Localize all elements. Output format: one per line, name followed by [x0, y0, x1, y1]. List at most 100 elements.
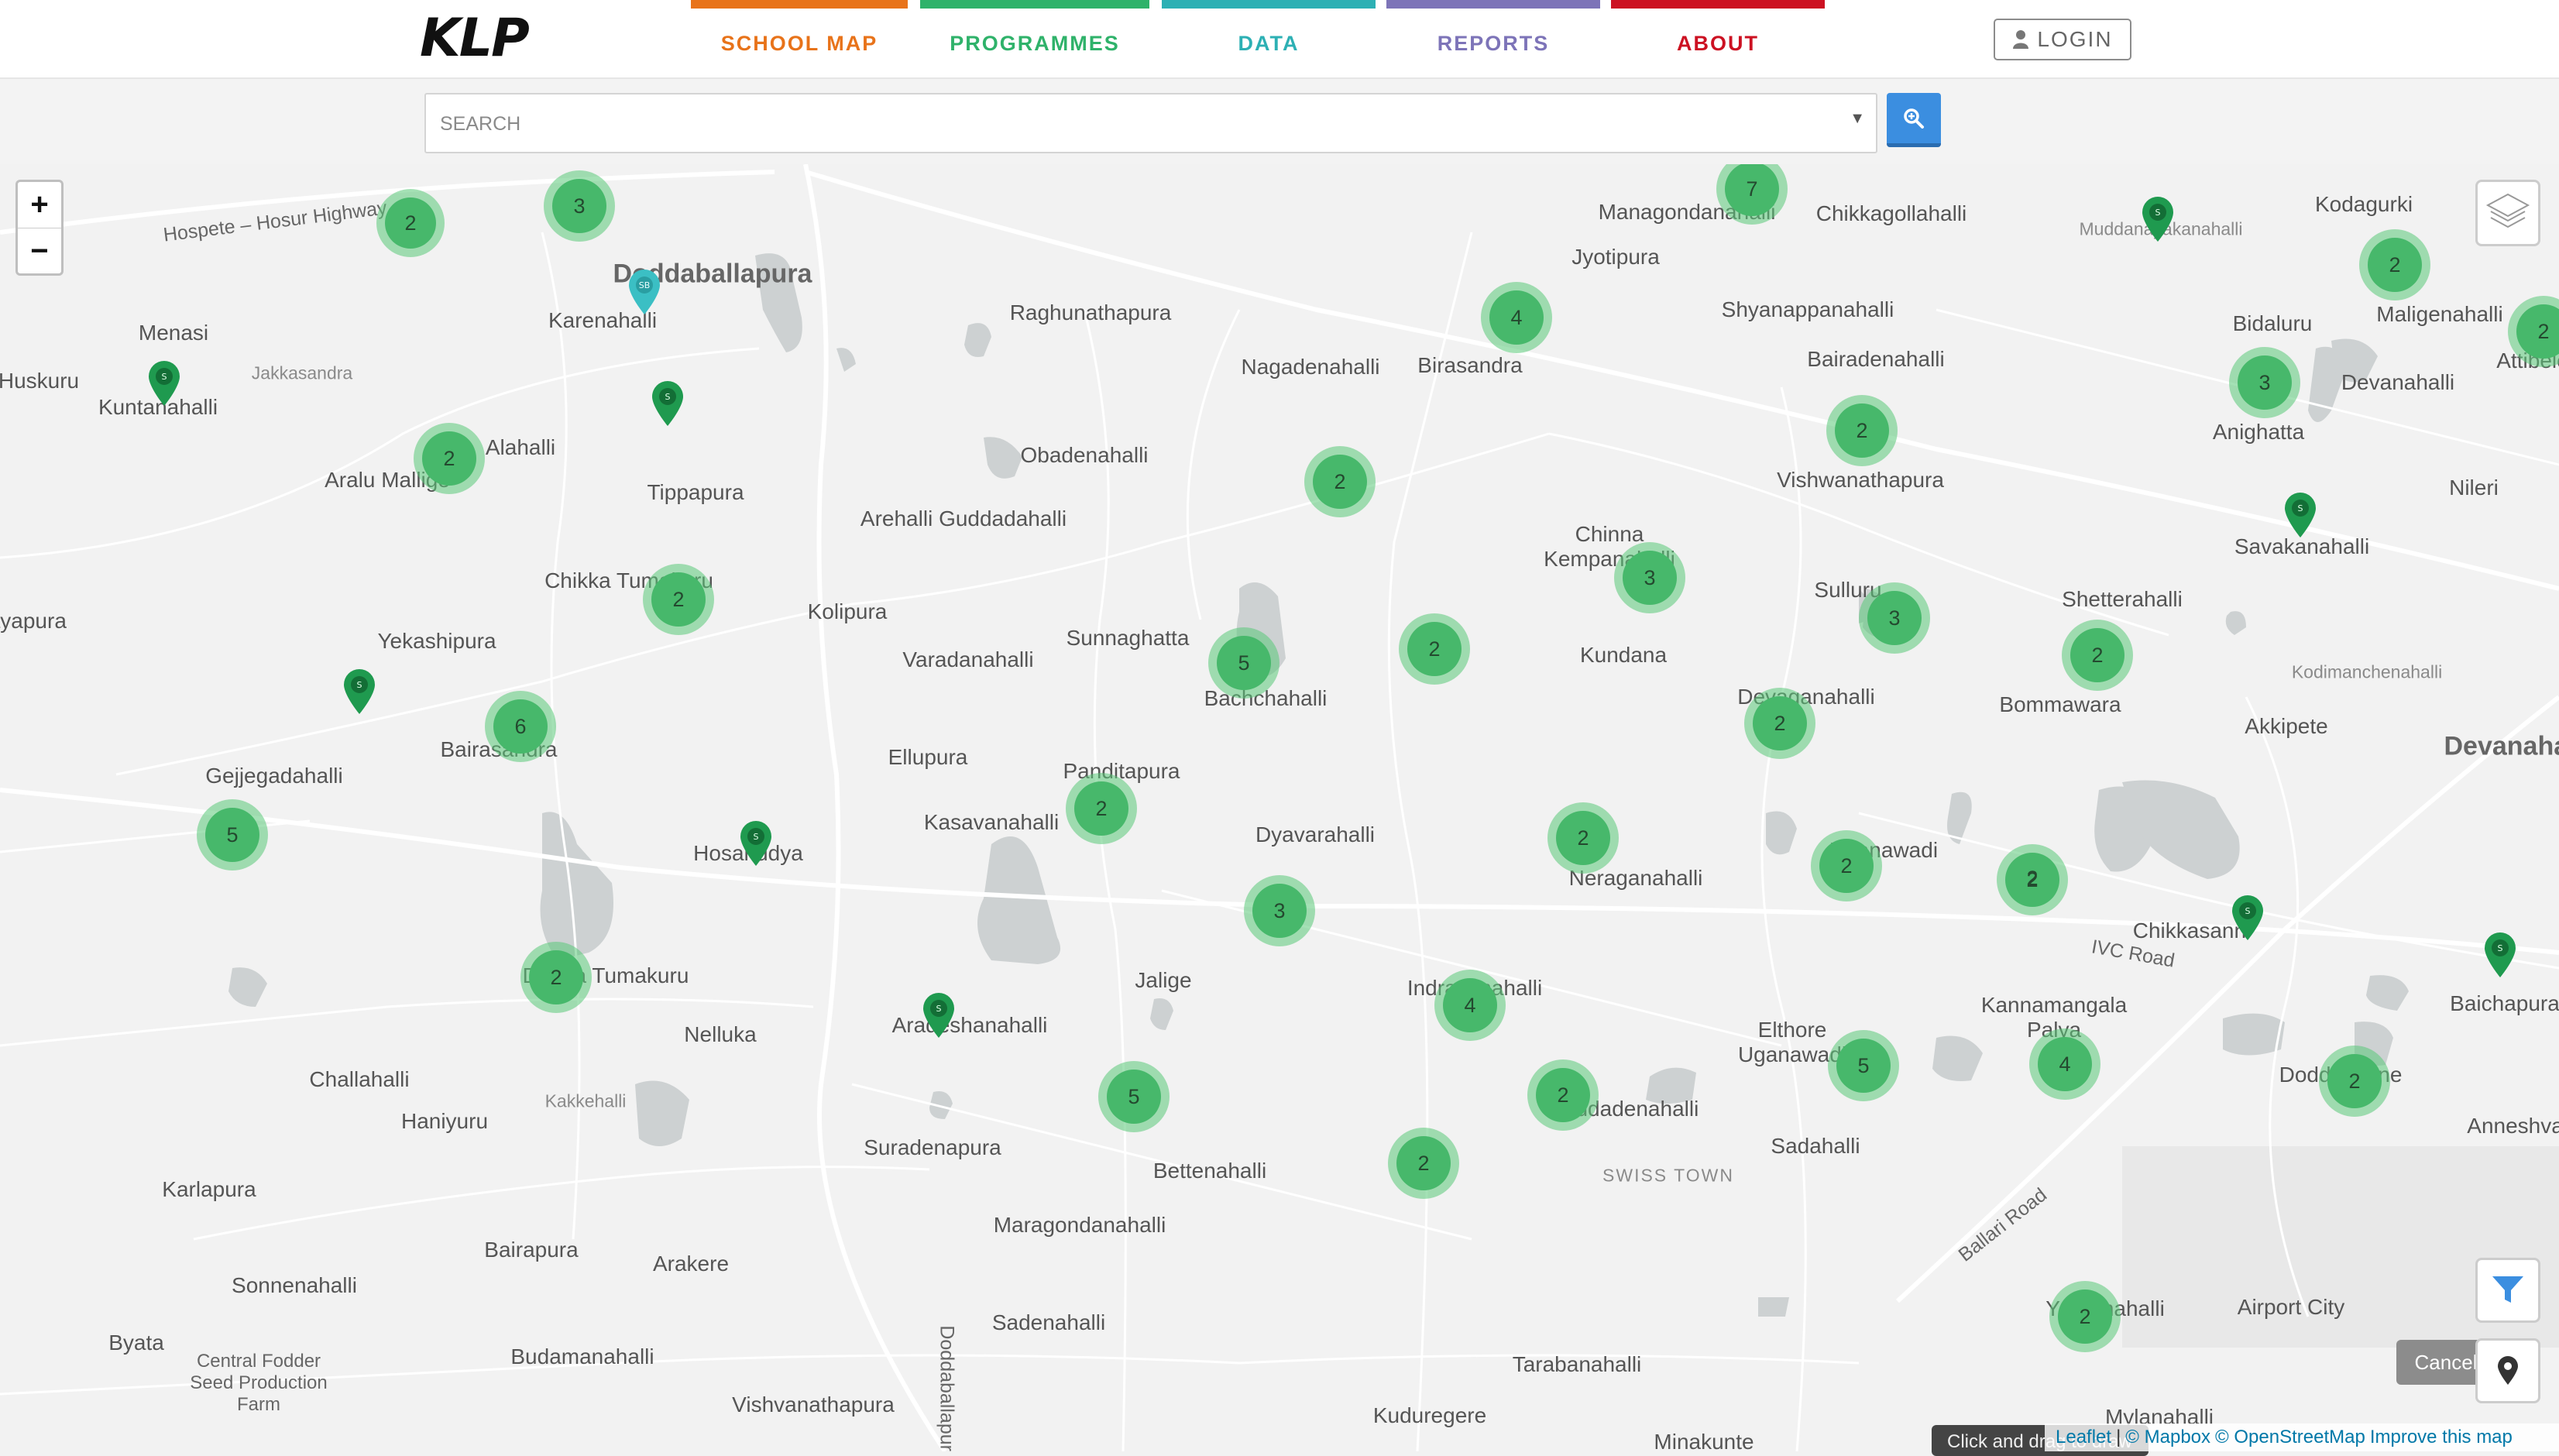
school-cluster[interactable]: 3	[1859, 582, 1930, 654]
place-label: Ellupura	[888, 745, 968, 769]
place-label: Gejjegadahalli	[205, 764, 343, 788]
zoom-in-button[interactable]: +	[18, 182, 61, 228]
school-cluster[interactable]: 2	[1399, 613, 1470, 685]
cluster-count: 6	[493, 699, 548, 754]
cluster-count: 2	[2058, 1289, 2112, 1344]
draw-marker-button[interactable]	[2475, 1338, 2540, 1403]
nav-programmes[interactable]: PROGRAMMES	[920, 0, 1149, 77]
leaflet-link[interactable]: Leaflet	[2056, 1427, 2111, 1448]
cluster-count: 2	[1835, 403, 1889, 458]
cluster-count: 2	[1313, 455, 1367, 509]
place-label: Sunnaghatta	[1066, 626, 1190, 650]
svg-text:SB: SB	[639, 280, 651, 290]
search-button[interactable]	[1887, 93, 1941, 147]
place-label: Huskuru	[0, 369, 80, 393]
nav-school-map-bar	[691, 0, 908, 9]
school-pin-icon[interactable]: S	[651, 381, 685, 428]
school-pin-icon[interactable]: S	[922, 993, 956, 1039]
school-cluster[interactable]: 2	[1826, 395, 1898, 466]
place-label: Varadanahalli	[902, 647, 1034, 671]
school-pin-icon[interactable]: S	[2283, 493, 2317, 539]
school-pin-icon[interactable]: S	[2231, 895, 2265, 942]
school-pin-icon[interactable]: S	[739, 821, 773, 867]
nav-data-bar	[1162, 0, 1376, 9]
school-cluster[interactable]: 2	[1744, 688, 1815, 759]
place-label: Tarabanahalli	[1512, 1352, 1642, 1376]
school-cluster[interactable]: 2	[376, 189, 445, 257]
school-pin-icon[interactable]: S	[2483, 932, 2517, 979]
search-input[interactable]	[426, 94, 1828, 153]
place-label: Kodimanchenahalli	[2291, 661, 2443, 682]
klp-logo[interactable]: KLP	[420, 8, 530, 69]
cluster-count: 2	[651, 572, 706, 627]
school-cluster[interactable]: 4	[1434, 970, 1506, 1041]
school-cluster[interactable]: 5	[1098, 1061, 1170, 1132]
school-cluster[interactable]: 2	[520, 942, 592, 1013]
school-cluster[interactable]: 2	[1547, 802, 1619, 874]
school-cluster[interactable]: 5	[197, 799, 268, 871]
place-label: Nagadenahalli	[1241, 355, 1380, 379]
place-label: Jalige	[1135, 968, 1192, 992]
user-icon	[2013, 30, 2029, 49]
layers-button[interactable]	[2475, 180, 2540, 246]
improve-map-link[interactable]: Improve this map	[2370, 1427, 2513, 1448]
school-cluster[interactable]: 6	[485, 691, 556, 762]
place-label: Nelluka	[684, 1022, 757, 1046]
school-cluster[interactable]: 2	[1066, 773, 1137, 844]
cluster-count: 2	[1074, 781, 1128, 836]
cluster-count: 3	[552, 179, 606, 233]
nav-reports[interactable]: REPORTS	[1386, 0, 1600, 77]
nav-about[interactable]: ABOUT	[1611, 0, 1825, 77]
search-box[interactable]: ▼	[424, 93, 1877, 153]
school-cluster[interactable]: 4	[1481, 282, 1552, 353]
nav-data[interactable]: DATA	[1162, 0, 1376, 77]
place-label: Shetterahalli	[2062, 587, 2183, 611]
place-label: Karlapura	[162, 1177, 256, 1201]
dropdown-caret-icon[interactable]: ▼	[1850, 110, 1865, 128]
school-cluster[interactable]: 5	[1208, 627, 1280, 699]
school-cluster[interactable]: 2	[1811, 830, 1882, 901]
school-cluster[interactable]: 3	[544, 170, 615, 242]
school-cluster[interactable]: 2	[1527, 1059, 1599, 1131]
school-pin-icon[interactable]: S	[2141, 197, 2175, 243]
school-cluster[interactable]: 5	[1828, 1030, 1899, 1101]
school-cluster[interactable]: 3	[1244, 875, 1315, 946]
cluster-count: 2	[1407, 622, 1462, 676]
school-cluster[interactable]: 2	[1388, 1128, 1459, 1199]
school-cluster[interactable]: 3	[2229, 347, 2300, 418]
cluster-count: 5	[1836, 1039, 1891, 1093]
place-label: Akkipete	[2245, 714, 2328, 738]
search-bar-row: ▼	[0, 79, 2559, 165]
school-cluster[interactable]: 4	[2029, 1028, 2100, 1100]
place-label: Sadahalli	[1771, 1134, 1860, 1158]
attribution-separator: |	[2116, 1427, 2121, 1447]
school-cluster[interactable]: 2	[414, 423, 485, 494]
school-cluster[interactable]: 2	[2359, 229, 2430, 300]
openstreetmap-link[interactable]: © OpenStreetMap	[2215, 1427, 2365, 1448]
school-cluster[interactable]: 3	[1614, 542, 1685, 613]
svg-text:S: S	[2245, 906, 2251, 916]
school-cluster[interactable]: 2	[1304, 446, 1376, 517]
school-pin-icon[interactable]: S	[342, 669, 376, 716]
place-label: Aradeshanahalli	[891, 1013, 1048, 1037]
school-map[interactable]: Hospete – Hosur Highway Doddaballapura K…	[0, 164, 2559, 1451]
filter-button[interactable]	[2475, 1258, 2540, 1323]
school-cluster[interactable]: 2	[2049, 1281, 2121, 1352]
cluster-count: 4	[2038, 1037, 2092, 1091]
school-pin-icon[interactable]: S	[147, 361, 181, 407]
preschool-pin-icon[interactable]: SB	[627, 270, 661, 316]
nav-school-map[interactable]: SCHOOL MAP	[691, 0, 908, 77]
school-cluster[interactable]: 2	[2319, 1046, 2390, 1117]
place-label: Bettenahalli	[1152, 1159, 1267, 1183]
cluster-count: 3	[1623, 551, 1677, 605]
place-label: Sonnenahalli	[232, 1273, 357, 1297]
school-cluster[interactable]: 2	[643, 564, 714, 635]
mapbox-link[interactable]: © Mapbox	[2125, 1427, 2210, 1448]
layers-icon	[2485, 193, 2530, 228]
login-button[interactable]: LOGIN	[1994, 19, 2131, 60]
cluster-count: 2	[422, 431, 476, 486]
place-label: Arakere	[652, 1252, 730, 1276]
school-cluster[interactable]: 2	[2062, 620, 2133, 691]
cluster-count: 2	[2327, 1054, 2382, 1108]
zoom-out-button[interactable]: −	[18, 228, 61, 274]
